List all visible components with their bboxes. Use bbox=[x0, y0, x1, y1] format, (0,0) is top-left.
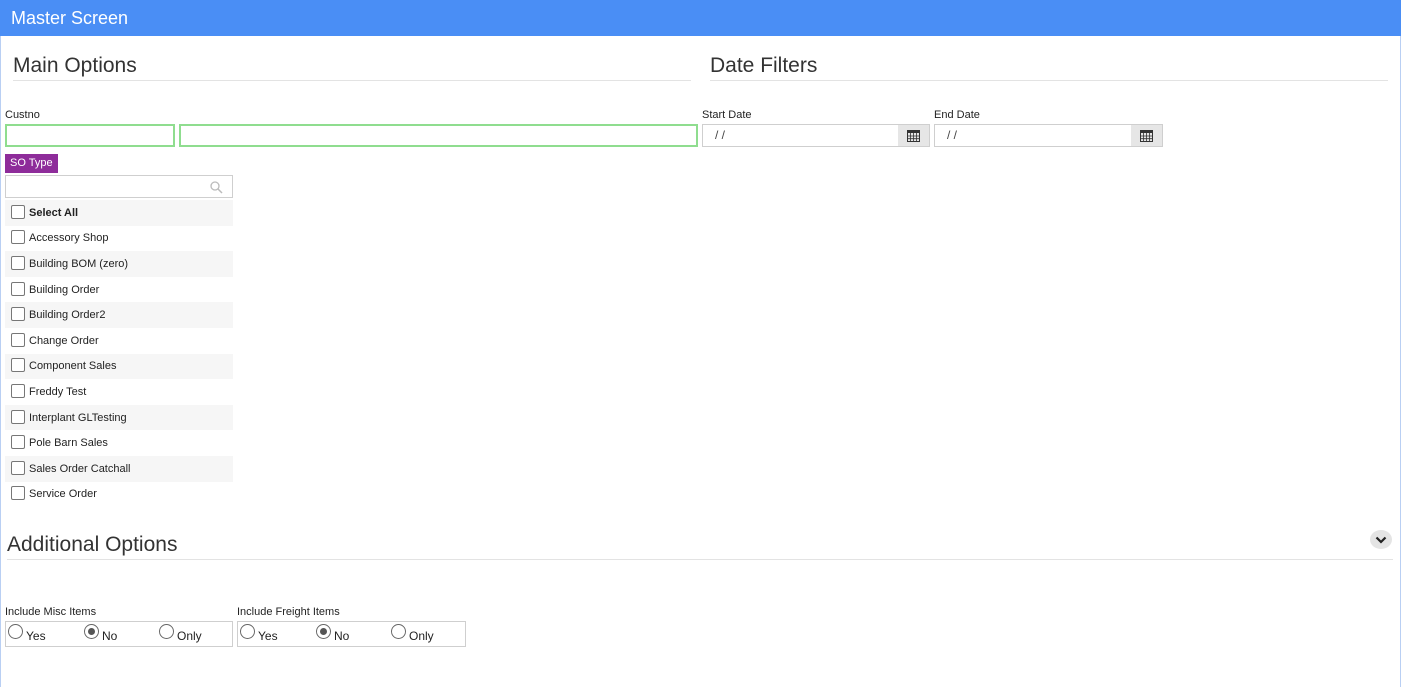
freight-no-option[interactable]: No bbox=[316, 624, 350, 643]
checkbox[interactable] bbox=[11, 486, 25, 501]
freight-only-option[interactable]: Only bbox=[391, 624, 434, 643]
checkbox[interactable] bbox=[11, 409, 25, 424]
start-date-label: Start Date bbox=[702, 109, 752, 121]
checkbox[interactable] bbox=[11, 307, 25, 322]
radio-label: Yes bbox=[26, 628, 46, 643]
include-freight-label: Include Freight Items bbox=[237, 606, 340, 618]
custno-input[interactable] bbox=[5, 124, 175, 147]
radio-label: Only bbox=[177, 628, 202, 643]
start-date-value: / / bbox=[715, 128, 726, 142]
list-item[interactable]: Interplant GLTesting bbox=[5, 404, 233, 431]
list-item-label: Change Order bbox=[29, 334, 99, 347]
radio-button[interactable] bbox=[240, 624, 255, 639]
include-freight-radio-group: Yes No Only bbox=[237, 621, 466, 647]
checkbox[interactable] bbox=[11, 358, 25, 373]
radio-button[interactable] bbox=[159, 624, 174, 639]
collapse-toggle[interactable] bbox=[1370, 530, 1392, 549]
customer-name-input[interactable] bbox=[179, 124, 698, 147]
list-item[interactable]: Accessory Shop bbox=[5, 226, 233, 252]
additional-options-heading: Additional Options bbox=[7, 533, 1393, 560]
freight-yes-option[interactable]: Yes bbox=[240, 624, 278, 643]
list-item-label: Building Order bbox=[29, 283, 100, 296]
checkbox[interactable] bbox=[11, 230, 25, 245]
list-item-label: Building Order2 bbox=[29, 309, 106, 322]
list-item-label: Freddy Test bbox=[29, 385, 87, 398]
main-options-heading: Main Options bbox=[13, 54, 691, 81]
radio-button[interactable] bbox=[391, 624, 406, 639]
end-date-label: End Date bbox=[934, 109, 980, 121]
radio-button[interactable] bbox=[84, 624, 99, 639]
search-icon bbox=[210, 181, 223, 199]
checkbox[interactable] bbox=[11, 204, 25, 219]
radio-button[interactable] bbox=[316, 624, 331, 639]
radio-label: No bbox=[102, 628, 118, 643]
list-item-label: Service Order bbox=[29, 488, 97, 501]
list-item-label: Building BOM (zero) bbox=[29, 257, 129, 270]
list-item[interactable]: Component Sales bbox=[5, 353, 233, 380]
window-title: Master Screen bbox=[0, 0, 1401, 36]
misc-only-option[interactable]: Only bbox=[159, 624, 202, 643]
misc-yes-option[interactable]: Yes bbox=[8, 624, 46, 643]
date-filters-heading: Date Filters bbox=[710, 54, 1388, 81]
radio-label: No bbox=[334, 628, 350, 643]
radio-button[interactable] bbox=[8, 624, 23, 639]
list-item[interactable]: Building Order bbox=[5, 277, 233, 303]
list-item[interactable]: Freddy Test bbox=[5, 379, 233, 405]
end-date-value: / / bbox=[947, 128, 958, 142]
list-item-label: Interplant GLTesting bbox=[29, 411, 127, 424]
checkbox[interactable] bbox=[11, 435, 25, 450]
list-item-label: Select All bbox=[29, 206, 79, 219]
misc-no-option[interactable]: No bbox=[84, 624, 118, 643]
list-item[interactable]: Change Order bbox=[5, 328, 233, 354]
include-misc-radio-group: Yes No Only bbox=[5, 621, 233, 647]
radio-label: Yes bbox=[258, 628, 278, 643]
so-type-badge: SO Type bbox=[5, 154, 58, 173]
start-date-field[interactable]: / / bbox=[702, 124, 930, 147]
checkbox[interactable] bbox=[11, 383, 25, 398]
so-type-list: Select All Accessory Shop Building BOM (… bbox=[5, 200, 233, 507]
list-item-label: Sales Order Catchall bbox=[29, 462, 131, 475]
radio-label: Only bbox=[409, 628, 434, 643]
list-item[interactable]: Service Order bbox=[5, 482, 233, 508]
chevron-down-icon bbox=[1375, 531, 1387, 549]
custno-label: Custno bbox=[5, 109, 40, 121]
list-item[interactable]: Building Order2 bbox=[5, 302, 233, 328]
calendar-icon[interactable] bbox=[898, 125, 929, 146]
calendar-icon[interactable] bbox=[1131, 125, 1162, 146]
checkbox[interactable] bbox=[11, 332, 25, 347]
list-item[interactable]: Pole Barn Sales bbox=[5, 430, 233, 456]
checkbox[interactable] bbox=[11, 255, 25, 270]
checkbox[interactable] bbox=[11, 460, 25, 475]
list-item-label: Accessory Shop bbox=[29, 232, 109, 245]
list-item[interactable]: Sales Order Catchall bbox=[5, 455, 233, 482]
include-misc-label: Include Misc Items bbox=[5, 606, 97, 618]
select-all-item[interactable]: Select All bbox=[5, 200, 233, 226]
list-item-label: Pole Barn Sales bbox=[29, 437, 108, 450]
list-item-label: Component Sales bbox=[29, 360, 117, 373]
so-type-search-input[interactable] bbox=[5, 175, 233, 198]
list-item[interactable]: Building BOM (zero) bbox=[5, 251, 233, 277]
end-date-field[interactable]: / / bbox=[934, 124, 1163, 147]
checkbox[interactable] bbox=[11, 281, 25, 296]
